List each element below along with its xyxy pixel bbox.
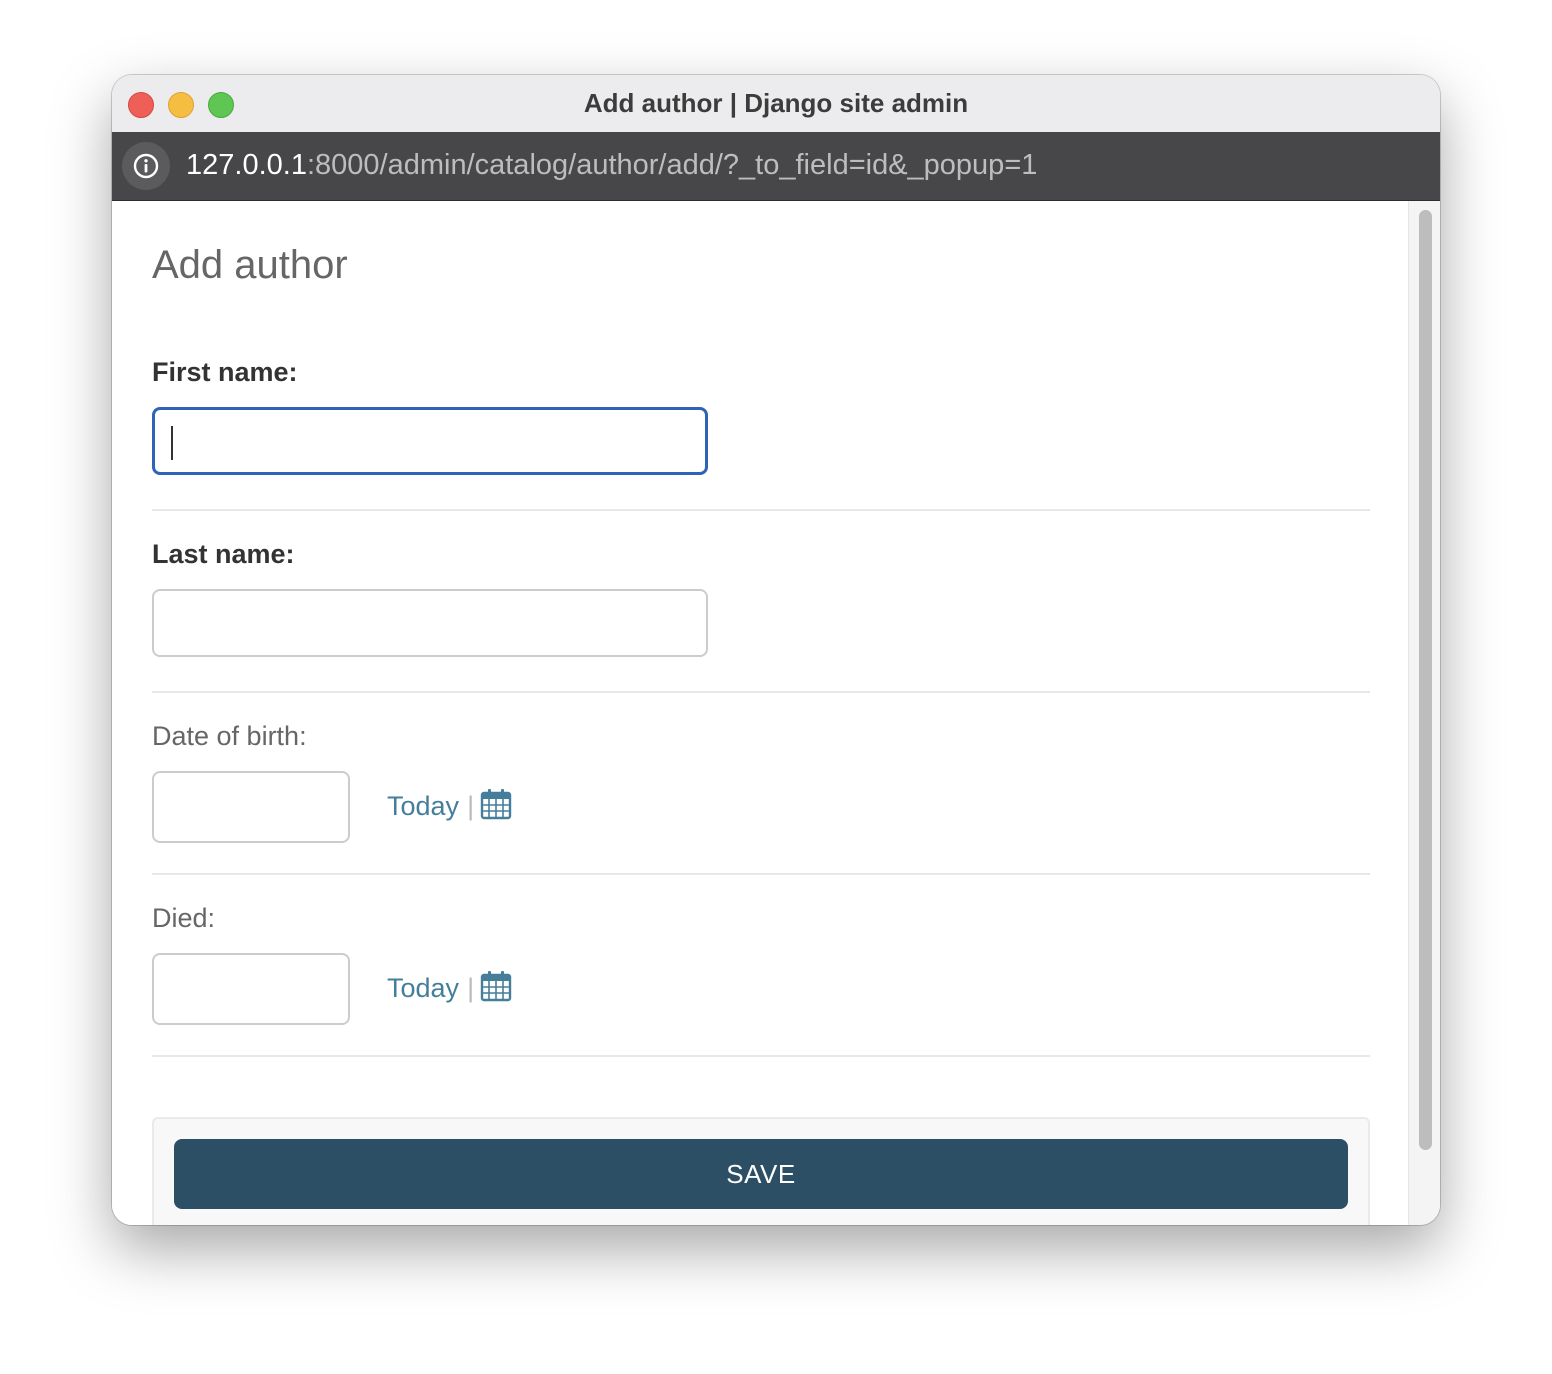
date-of-birth-shortcuts: Today | (387, 788, 512, 828)
title-bar: Add author | Django site admin (112, 75, 1440, 132)
site-info-button[interactable] (122, 142, 170, 190)
calendar-icon[interactable] (480, 788, 512, 825)
first-name-input[interactable] (152, 407, 708, 475)
save-button[interactable]: SAVE (174, 1139, 1348, 1209)
url-path: :8000/admin/catalog/author/add/?_to_fiel… (306, 149, 1038, 181)
calendar-icon[interactable] (480, 970, 512, 1007)
date-of-birth-label: Date of birth: (152, 721, 307, 751)
text-caret (171, 426, 173, 460)
first-name-label: First name: (152, 357, 298, 387)
address-bar: 127.0.0.1:8000/admin/catalog/author/add/… (112, 132, 1440, 201)
died-input[interactable] (152, 953, 350, 1025)
page-title: Add author (152, 243, 348, 287)
form-row-last-name: Last name: (152, 509, 1370, 693)
last-name-label: Last name: (152, 539, 295, 569)
date-of-birth-input[interactable] (152, 771, 350, 843)
died-label: Died: (152, 903, 216, 933)
browser-window: Add author | Django site admin 127.0.0.1… (112, 75, 1440, 1225)
url-field[interactable]: 127.0.0.1:8000/admin/catalog/author/add/… (186, 149, 1037, 182)
last-name-input[interactable] (152, 589, 708, 657)
form-row-date-of-birth: Date of birth: Today | (152, 691, 1370, 875)
vertical-scrollbar[interactable] (1408, 201, 1440, 1225)
form-row-first-name: First name: (152, 327, 1370, 511)
date-of-birth-today-link[interactable]: Today (387, 791, 459, 821)
info-icon (133, 153, 159, 179)
window-title: Add author | Django site admin (583, 88, 969, 118)
scrollbar-thumb[interactable] (1419, 210, 1432, 1150)
shortcut-separator: | (467, 791, 475, 821)
url-host: 127.0.0.1 (186, 149, 307, 181)
form-row-died: Died: Today | (152, 873, 1370, 1057)
died-today-link[interactable]: Today (387, 973, 459, 1003)
submit-row: SAVE (152, 1117, 1370, 1225)
died-shortcuts: Today | (387, 970, 512, 1010)
shortcut-separator: | (467, 973, 475, 1003)
page-content: Add author First name: Last name: Date o… (112, 201, 1408, 1225)
